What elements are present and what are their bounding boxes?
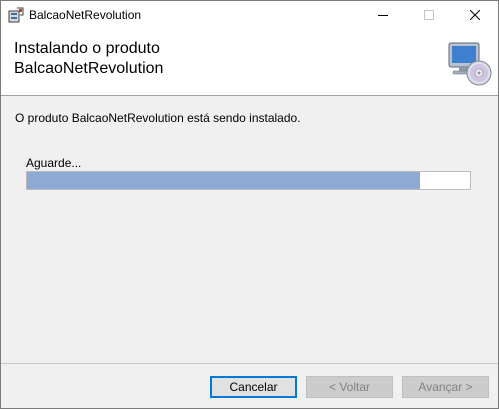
next-button: Avançar >: [402, 376, 489, 398]
progress-fill: [27, 172, 420, 189]
progress-bar: [26, 171, 471, 190]
back-button: < Voltar: [306, 376, 393, 398]
computer-cd-icon: [445, 39, 493, 87]
maximize-icon: [424, 10, 434, 20]
page-title: Instalando o produto BalcaoNetRevolution: [14, 39, 163, 79]
footer-divider: [1, 363, 498, 364]
status-message: O produto BalcaoNetRevolution está sendo…: [15, 111, 301, 125]
maximize-button: [406, 1, 452, 29]
progress-label: Aguarde...: [26, 156, 82, 170]
title-bar[interactable]: BalcaoNetRevolution: [1, 1, 498, 29]
installer-package-icon: [8, 7, 24, 23]
minimize-button[interactable]: [360, 1, 406, 29]
minimize-icon: [378, 15, 388, 16]
close-button[interactable]: [452, 1, 498, 29]
window-title: BalcaoNetRevolution: [29, 8, 142, 22]
page-title-line-2: BalcaoNetRevolution: [14, 60, 164, 77]
cancel-button[interactable]: Cancelar: [210, 376, 297, 398]
installer-window: BalcaoNetRevolution Instalando o produto…: [0, 0, 499, 409]
page-title-line-1: Instalando o produto: [14, 40, 160, 57]
header-banner: Instalando o produto BalcaoNetRevolution: [1, 29, 498, 96]
close-icon: [470, 10, 480, 20]
